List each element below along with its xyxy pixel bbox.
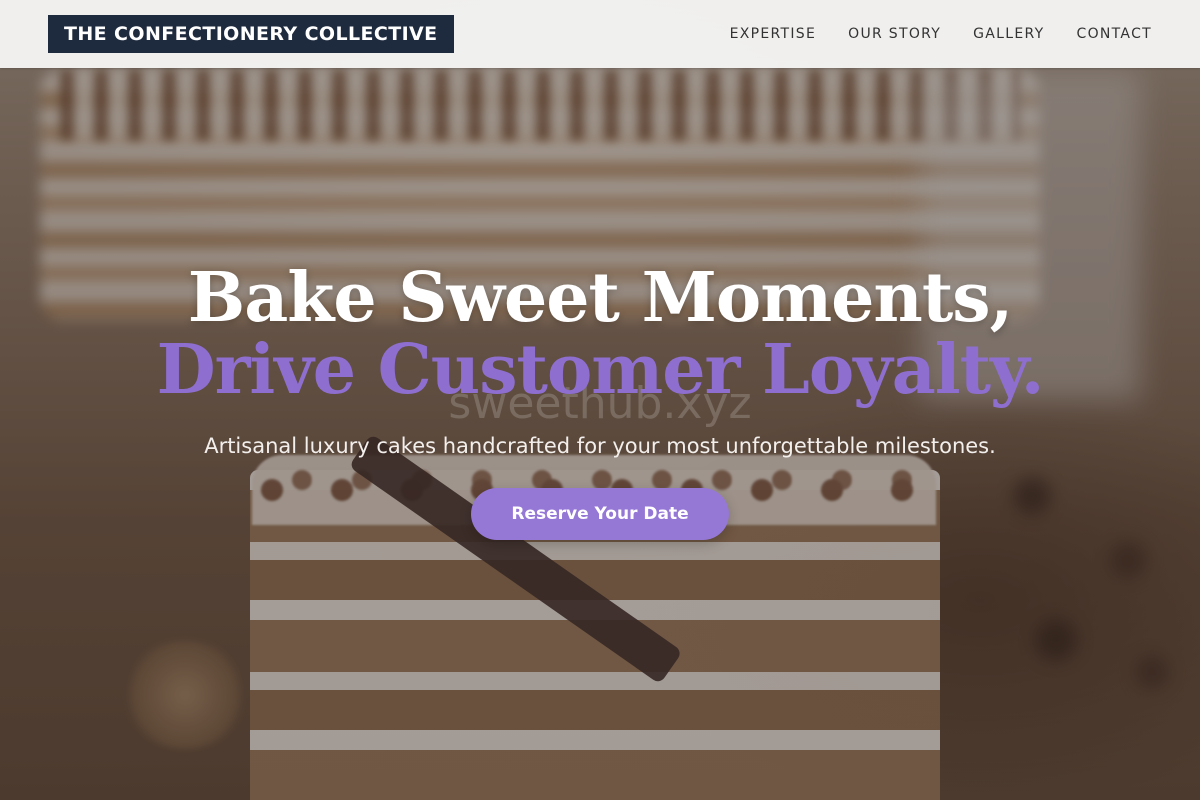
site-logo[interactable]: THE CONFECTIONERY COLLECTIVE: [48, 15, 454, 53]
nav-link-our-story[interactable]: OUR STORY: [848, 26, 941, 42]
hero-section: Bake Sweet Moments, Drive Customer Loyal…: [0, 262, 1200, 540]
site-header: THE CONFECTIONERY COLLECTIVE EXPERTISE O…: [0, 0, 1200, 68]
reserve-date-button[interactable]: Reserve Your Date: [471, 488, 729, 540]
nav-link-expertise[interactable]: EXPERTISE: [730, 26, 817, 42]
hero-subtitle: Artisanal luxury cakes handcrafted for y…: [204, 434, 996, 458]
cta-wrapper: Reserve Your Date: [0, 488, 1200, 540]
hero-headline-line-1: Bake Sweet Moments,: [187, 258, 1014, 338]
nav-link-gallery[interactable]: GALLERY: [973, 26, 1044, 42]
main-nav: EXPERTISE OUR STORY GALLERY CONTACT: [730, 26, 1152, 42]
landing-page: THE CONFECTIONERY COLLECTIVE EXPERTISE O…: [0, 0, 1200, 800]
hero-headline-line-2: Drive Customer Loyalty.: [156, 330, 1045, 410]
nav-link-contact[interactable]: CONTACT: [1077, 26, 1153, 42]
